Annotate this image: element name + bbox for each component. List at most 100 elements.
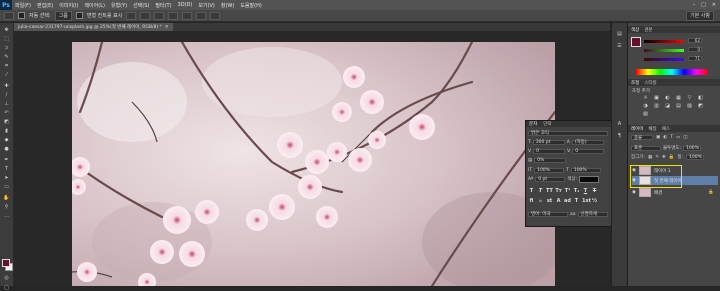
healing-brush-tool-icon[interactable]: ✚ bbox=[3, 83, 10, 89]
tab-styles[interactable]: 스타일 bbox=[644, 80, 656, 86]
language-dropdown[interactable]: 영어: 미국 bbox=[528, 211, 568, 217]
green-value[interactable]: 0 bbox=[688, 47, 702, 52]
dodge-tool-icon[interactable]: ● bbox=[3, 146, 10, 152]
move-tool-preset-icon[interactable] bbox=[4, 11, 14, 20]
strikethrough-button[interactable]: T bbox=[591, 188, 598, 194]
superscript-button[interactable]: T¹ bbox=[564, 188, 571, 194]
align-right-icon[interactable] bbox=[196, 11, 207, 20]
visibility-eye-icon[interactable]: ◉ bbox=[632, 190, 636, 195]
brush-tool-icon[interactable]: ∕ bbox=[3, 92, 10, 98]
menu-help[interactable]: 도움말(H) bbox=[237, 2, 264, 9]
menu-filter[interactable]: 필터(T) bbox=[152, 2, 174, 9]
move-tool-icon[interactable]: ✥ bbox=[3, 27, 10, 33]
hand-tool-icon[interactable]: ✋ bbox=[3, 195, 10, 201]
align-bottom-icon[interactable] bbox=[154, 11, 165, 20]
leading-field[interactable]: (자동) bbox=[571, 139, 604, 145]
kerning-field[interactable]: 0 bbox=[533, 148, 566, 154]
auto-select-dropdown[interactable]: 그룹 bbox=[54, 10, 72, 21]
character-panel-icon[interactable]: A bbox=[616, 121, 623, 127]
lock-position-icon[interactable]: ✥ bbox=[662, 155, 666, 160]
swash-button[interactable]: A bbox=[555, 198, 562, 204]
color-panel-foreground[interactable] bbox=[631, 37, 641, 47]
quick-select-tool-icon[interactable]: ✎ bbox=[3, 54, 10, 60]
quick-mask-icon[interactable]: ◎ bbox=[3, 275, 10, 281]
blur-tool-icon[interactable]: ◆ bbox=[3, 137, 10, 143]
blend-mode-dropdown[interactable]: 표준 bbox=[631, 145, 661, 151]
auto-select-checkbox[interactable] bbox=[18, 12, 25, 19]
close-document-icon[interactable]: ✕ bbox=[165, 25, 169, 30]
tab-paragraph[interactable]: 단락 bbox=[543, 121, 551, 127]
font-size-field[interactable]: 300 pt bbox=[532, 139, 565, 145]
zoom-tool-icon[interactable]: ⚲ bbox=[3, 204, 10, 210]
align-top-icon[interactable] bbox=[126, 11, 137, 20]
vibrance-icon[interactable]: ▽ bbox=[686, 95, 693, 101]
close-button[interactable]: ✕ bbox=[712, 2, 716, 8]
faux-italic-button[interactable]: T bbox=[537, 188, 544, 194]
ligature-button[interactable]: fi bbox=[528, 198, 535, 204]
tab-layers[interactable]: 레이어 bbox=[631, 126, 643, 132]
stylistic-alternates-button[interactable]: ad bbox=[564, 198, 571, 204]
titling-alternates-button[interactable]: T bbox=[573, 198, 580, 204]
menu-select[interactable]: 선택(S) bbox=[130, 2, 152, 9]
tracking-field[interactable]: 0 bbox=[572, 148, 605, 154]
foreground-color-swatch[interactable] bbox=[2, 259, 10, 267]
pen-tool-icon[interactable]: ✒ bbox=[3, 157, 10, 163]
color-balance-icon[interactable]: ◑ bbox=[642, 103, 649, 109]
menu-type[interactable]: 유형(Y) bbox=[108, 2, 130, 9]
show-transform-checkbox[interactable] bbox=[75, 12, 83, 19]
brightness-contrast-icon[interactable]: ☼ bbox=[642, 95, 649, 101]
type-tool-icon[interactable]: T bbox=[3, 166, 10, 172]
black-white-icon[interactable]: ▥ bbox=[653, 103, 660, 109]
blue-slider[interactable]: 71 bbox=[644, 56, 704, 61]
more-tools-icon[interactable]: … bbox=[3, 213, 10, 219]
paragraph-panel-icon[interactable]: ¶ bbox=[616, 133, 623, 139]
curves-icon[interactable]: ◐ bbox=[664, 95, 671, 101]
exposure-icon[interactable]: ▦ bbox=[675, 95, 682, 101]
workspace-dropdown[interactable]: 기본 사항 bbox=[686, 10, 714, 21]
baseline-shift-field[interactable]: 0 pt bbox=[535, 176, 566, 182]
menu-view[interactable]: 보기(V) bbox=[195, 2, 218, 9]
lock-image-icon[interactable]: ✎ bbox=[655, 155, 659, 160]
faux-bold-button[interactable]: T bbox=[528, 188, 535, 194]
gradient-map-icon[interactable]: ▧ bbox=[642, 111, 649, 117]
channel-mixer-icon[interactable]: ▤ bbox=[675, 103, 682, 109]
lasso-tool-icon[interactable]: ↄ bbox=[3, 45, 10, 51]
menu-layer[interactable]: 레이어(L) bbox=[81, 2, 108, 9]
layer-row[interactable]: ◉ 배경 🔒 bbox=[632, 188, 718, 197]
maximize-button[interactable]: □ bbox=[701, 2, 706, 8]
tab-color[interactable]: 색상 bbox=[631, 27, 639, 33]
green-slider[interactable]: 0 bbox=[644, 47, 704, 52]
text-color-swatch[interactable] bbox=[579, 175, 599, 183]
opacity-field[interactable]: 100% bbox=[683, 145, 702, 151]
filter-adjustment-icon[interactable]: ◐ bbox=[663, 135, 667, 140]
filter-type-icon[interactable]: T bbox=[670, 135, 673, 140]
align-left-icon[interactable] bbox=[168, 11, 179, 20]
filter-smart-icon[interactable]: ◫ bbox=[683, 135, 687, 140]
anti-alias-dropdown[interactable]: 선명하게 bbox=[577, 211, 608, 217]
gradient-tool-icon[interactable]: ▮ bbox=[3, 128, 10, 134]
blue-value[interactable]: 71 bbox=[688, 56, 702, 61]
tab-adjustments[interactable]: 조정 bbox=[631, 80, 639, 86]
ordinals-button[interactable]: 1st bbox=[582, 198, 591, 204]
history-panel-icon[interactable]: ▤ bbox=[616, 31, 623, 37]
tab-channels[interactable]: 채널 bbox=[648, 126, 656, 132]
menu-file[interactable]: 파일(F) bbox=[12, 2, 34, 9]
menu-edit[interactable]: 편집(E) bbox=[34, 2, 56, 9]
eyedropper-tool-icon[interactable]: ⁄ bbox=[3, 72, 10, 78]
layer-kind-filter[interactable]: 종류 bbox=[631, 135, 653, 141]
filter-shape-icon[interactable]: ▭ bbox=[676, 135, 680, 140]
discretionary-ligature-button[interactable]: st bbox=[546, 198, 553, 204]
menu-image[interactable]: 이미지(I) bbox=[56, 2, 81, 9]
marquee-tool-icon[interactable]: ⬚ bbox=[3, 36, 10, 42]
crop-tool-icon[interactable]: ⌗ bbox=[3, 63, 10, 69]
tsume-field[interactable]: 0% bbox=[534, 157, 567, 163]
document-canvas-image[interactable] bbox=[72, 42, 555, 286]
small-caps-button[interactable]: Tт bbox=[555, 188, 562, 194]
invert-icon[interactable]: ◩ bbox=[697, 103, 704, 109]
path-select-tool-icon[interactable]: ➤ bbox=[3, 175, 10, 181]
minimize-button[interactable]: – bbox=[693, 2, 696, 8]
hue-saturation-icon[interactable]: ◧ bbox=[697, 95, 704, 101]
fill-field[interactable]: 100% bbox=[686, 154, 705, 160]
filter-pixel-icon[interactable]: ▣ bbox=[656, 135, 660, 140]
3d-mode-icon[interactable] bbox=[210, 11, 221, 20]
